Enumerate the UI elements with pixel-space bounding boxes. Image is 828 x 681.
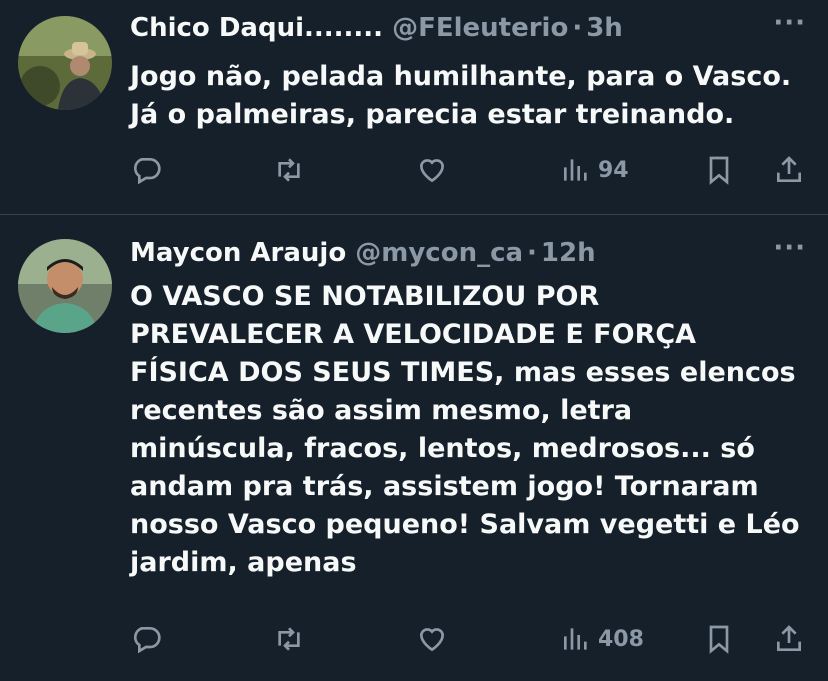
bookmark-icon: [709, 156, 729, 185]
reply-icon: [133, 627, 161, 654]
reply-button[interactable]: [130, 619, 162, 659]
avatar[interactable]: [18, 239, 112, 333]
share-icon: [777, 625, 801, 651]
bookmark-icon: [709, 625, 729, 654]
views-count: 408: [598, 626, 644, 652]
retweet-button[interactable]: [273, 150, 305, 190]
action-bar: 408: [0, 619, 828, 659]
tweet-text-line: FÍSICA DOS SEUS TIMES, mas esses elencos: [130, 357, 796, 388]
tweet[interactable]: Chico Daqui........ @FEleuterio · 3h ··· J…: [0, 0, 828, 215]
tweet-text-line: nosso Vasco pequeno! Salvam vegetti e Lé…: [130, 509, 800, 540]
like-icon: [419, 628, 445, 652]
share-button[interactable]: [773, 619, 805, 659]
reply-button[interactable]: [130, 150, 162, 190]
retweet-icon: [278, 158, 300, 182]
share-button[interactable]: [773, 150, 805, 190]
views-button[interactable]: 94: [560, 150, 629, 190]
tweet-text-line: O VASCO SE NOTABILIZOU POR: [130, 281, 600, 312]
tweet-text: Jogo não, pelada humilhante, para o Vasc…: [130, 58, 820, 134]
timestamp[interactable]: 3h: [586, 13, 623, 43]
reply-icon: [133, 158, 161, 185]
views-icon: [564, 628, 587, 650]
views-icon: [564, 159, 587, 181]
display-name[interactable]: Maycon Araujo: [130, 238, 346, 268]
like-button[interactable]: [416, 619, 448, 659]
retweet-icon: [278, 627, 300, 651]
tweet-text-line: andam pra trás, assistem jogo! Tornaram: [130, 471, 759, 502]
separator: ·: [572, 13, 583, 43]
tweet-text-line: recentes são assim mesmo, letra: [130, 395, 633, 426]
tweet-header: Chico Daqui........ @FEleuterio · 3h: [130, 13, 623, 43]
tweet[interactable]: Maycon Araujo @mycon_ca · 12h ··· O VASCO …: [0, 215, 828, 681]
tweet-text-line: PREVALECER A VELOCIDADE E FORÇA: [130, 319, 697, 350]
more-options-icon[interactable]: ···: [773, 233, 806, 263]
timestamp[interactable]: 12h: [541, 238, 596, 268]
views-button[interactable]: 408: [560, 619, 644, 659]
tweet-text-line: Jogo não, pelada humilhante, para o Vasc…: [130, 61, 792, 92]
tweet-text-line: minúscula, fracos, lentos, medrosos... s…: [130, 433, 755, 464]
share-icon: [777, 156, 801, 182]
like-button[interactable]: [416, 150, 448, 190]
like-icon: [419, 159, 445, 183]
display-name[interactable]: Chico Daqui........: [130, 13, 383, 43]
tweet-header: Maycon Araujo @mycon_ca · 12h: [130, 238, 596, 268]
tweet-text-line: jardim, apenas: [130, 547, 357, 578]
tweet-text-line: Já o palmeiras, parecia estar treinando.: [130, 99, 735, 130]
tweet-text: O VASCO SE NOTABILIZOU POR PREVALECER A …: [130, 278, 820, 582]
action-bar: 94: [0, 150, 828, 190]
user-handle[interactable]: @mycon_ca: [355, 238, 523, 268]
user-handle[interactable]: @FEleuterio: [392, 13, 568, 43]
views-count: 94: [598, 157, 629, 183]
separator: ·: [527, 238, 537, 268]
bookmark-button[interactable]: [703, 150, 735, 190]
more-options-icon[interactable]: ···: [773, 8, 806, 38]
retweet-button[interactable]: [273, 619, 305, 659]
avatar[interactable]: [18, 16, 112, 110]
bookmark-button[interactable]: [703, 619, 735, 659]
